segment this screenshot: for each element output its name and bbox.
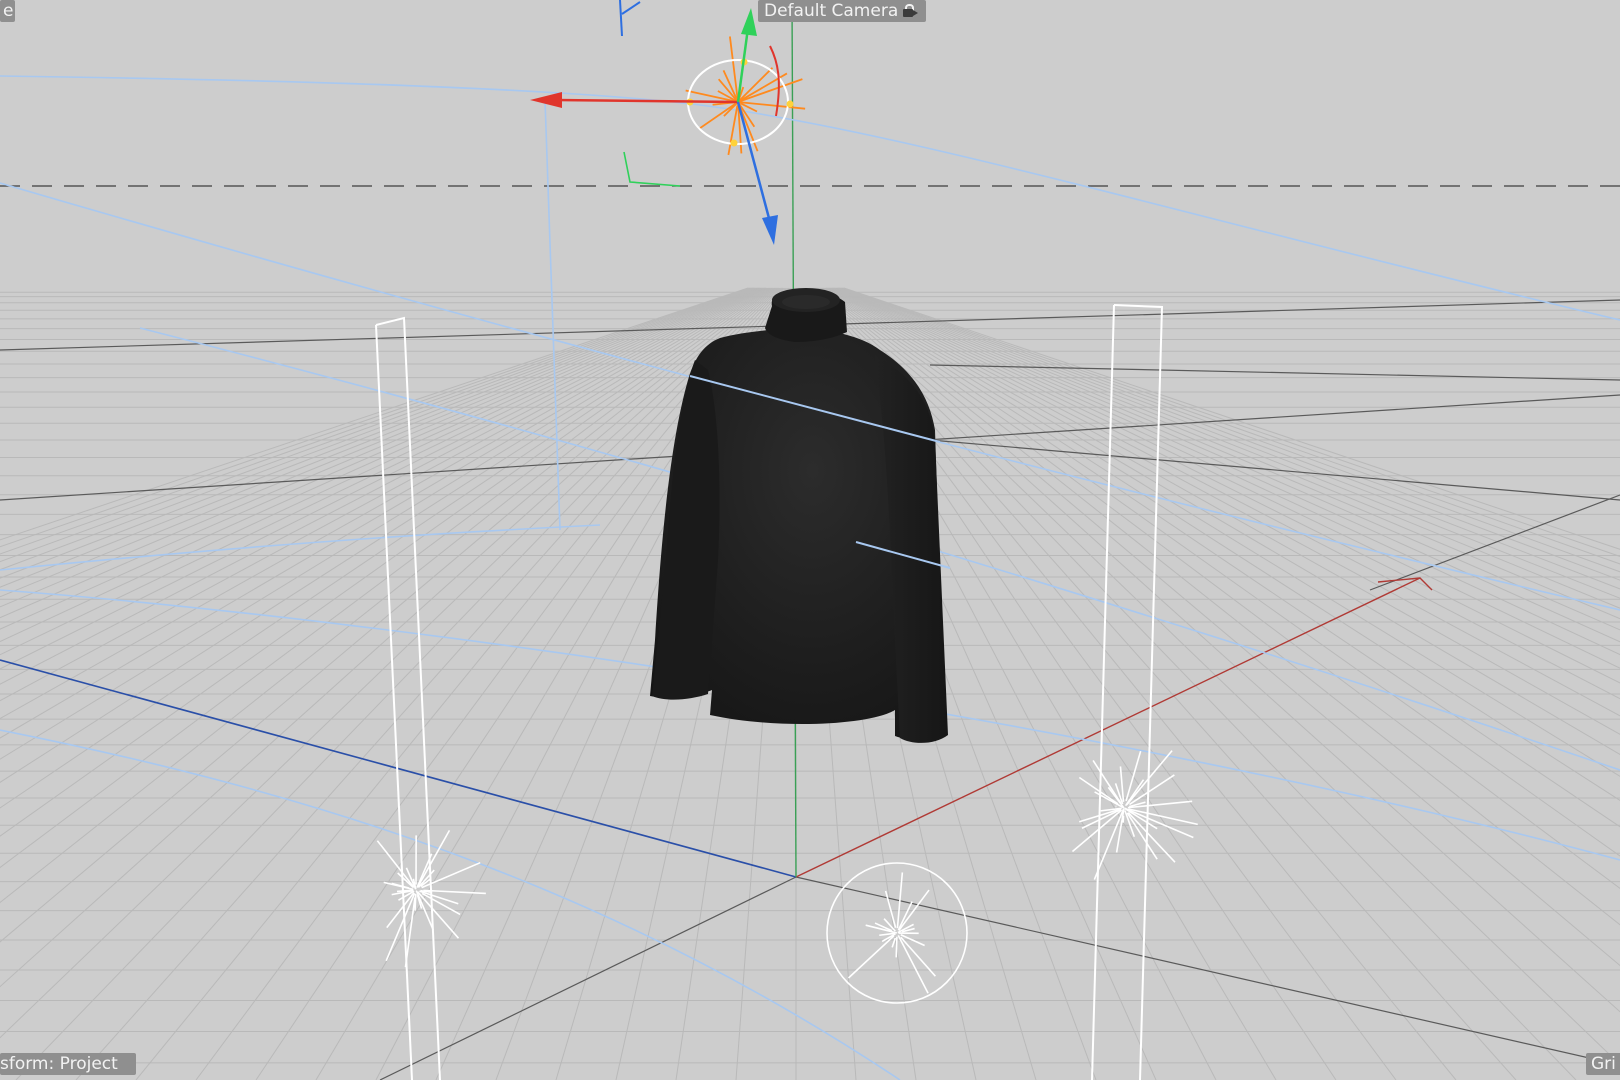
camera-selector[interactable]: Default Camera (758, 0, 927, 22)
3d-viewport[interactable]: e Default Camera sform: Project Gri (0, 0, 1620, 1080)
light-ray (414, 893, 417, 911)
transform-status-text: sform: Project (0, 1054, 118, 1074)
viewport-menu-label[interactable]: e (0, 0, 15, 22)
camera-name: Default Camera (764, 1, 899, 21)
viewport-menu-text: e (3, 1, 14, 21)
scene-canvas[interactable] (0, 0, 1620, 1080)
grid-status-text: Gri (1591, 1054, 1616, 1074)
grid-status: Gri (1586, 1053, 1620, 1075)
camera-lock-icon[interactable] (902, 4, 920, 18)
light-ray (895, 936, 898, 958)
transform-status: sform: Project (0, 1053, 136, 1075)
